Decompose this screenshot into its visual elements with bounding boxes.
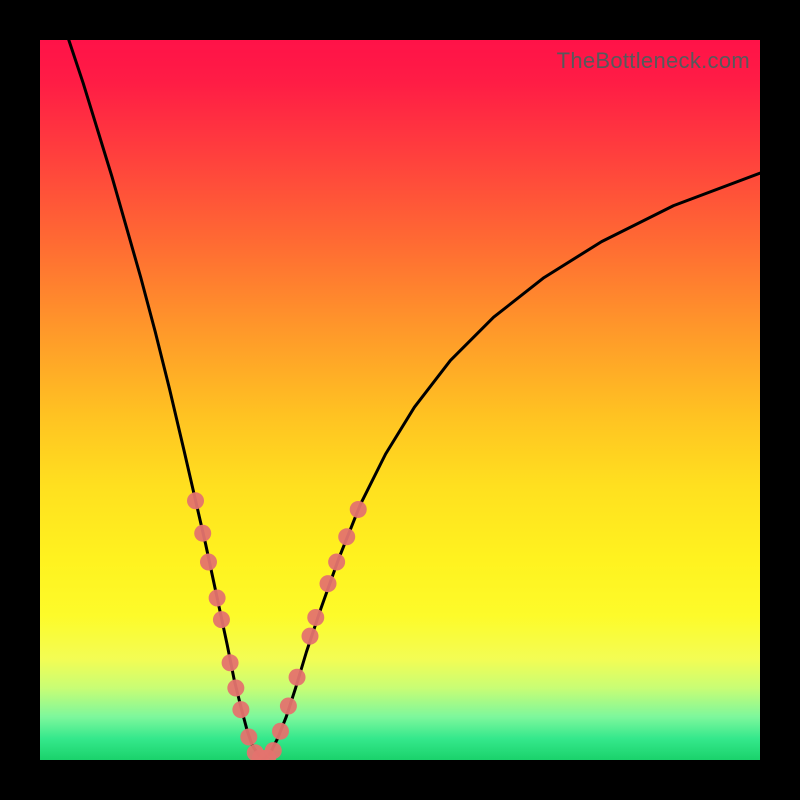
data-point (209, 590, 226, 607)
plot-area: TheBottleneck.com (40, 40, 760, 760)
data-point (232, 701, 249, 718)
data-point (350, 501, 367, 518)
data-point (289, 669, 306, 686)
markers-layer (187, 492, 367, 760)
curve-left-curve (69, 40, 263, 760)
data-point (320, 575, 337, 592)
data-point (272, 723, 289, 740)
data-point (280, 698, 297, 715)
data-point (328, 554, 345, 571)
data-point (213, 611, 230, 628)
data-point (240, 728, 257, 745)
data-point (265, 742, 282, 759)
data-point (222, 654, 239, 671)
curve-right-curve (263, 173, 760, 760)
data-point (200, 554, 217, 571)
data-point (302, 628, 319, 645)
data-point (227, 680, 244, 697)
chart-stage: TheBottleneck.com (0, 0, 800, 800)
data-point (187, 492, 204, 509)
data-point (194, 525, 211, 542)
data-point (338, 528, 355, 545)
chart-svg (40, 40, 760, 760)
lines-layer (69, 40, 760, 760)
watermark-text: TheBottleneck.com (557, 48, 750, 74)
data-point (307, 609, 324, 626)
